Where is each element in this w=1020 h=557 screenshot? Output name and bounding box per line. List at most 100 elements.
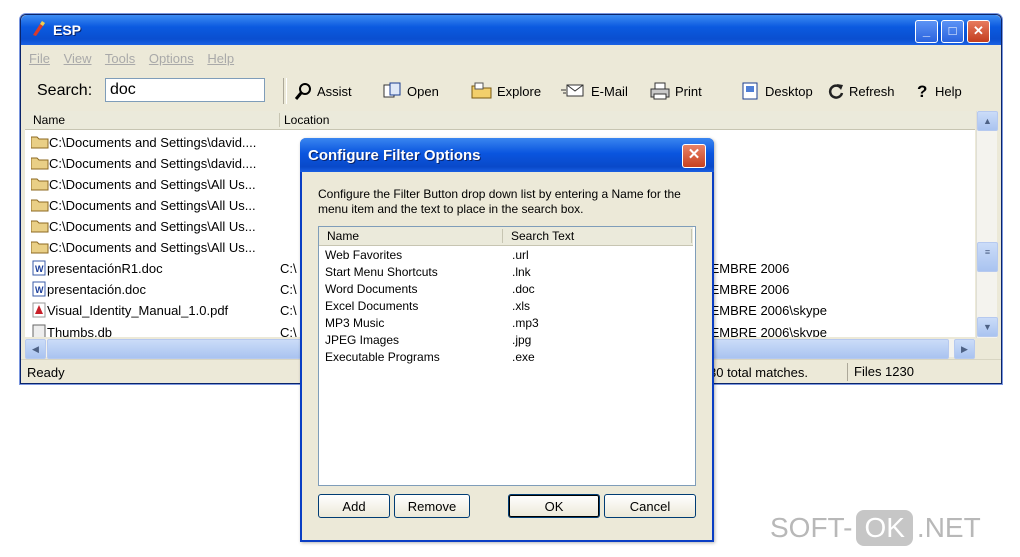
- filter-list[interactable]: Name Search Text Web Favorites .url Start…: [318, 226, 696, 486]
- filter-row-text: .exe: [512, 350, 535, 364]
- printer-icon: [650, 82, 670, 100]
- list-item-name: C:\Documents and Settings\All Us...: [49, 218, 256, 234]
- list-item-location: C:\: [280, 281, 297, 297]
- filter-header-search-text[interactable]: Search Text: [502, 229, 692, 243]
- filter-row[interactable]: Web Favorites .url: [325, 247, 685, 264]
- dialog-close-button[interactable]: ✕: [682, 144, 706, 168]
- ok-button[interactable]: OK: [508, 494, 600, 518]
- scroll-up-icon[interactable]: ▲: [977, 111, 998, 131]
- filter-row-text: .mp3: [512, 316, 539, 330]
- list-item[interactable]: C:\Documents and Settings\All Us...: [31, 174, 256, 194]
- title-bar[interactable]: ESP _ □ ✕: [21, 15, 1001, 45]
- filter-row-name: Executable Programs: [325, 350, 440, 364]
- watermark-ok: OK: [856, 510, 913, 546]
- list-item-name: C:\Documents and Settings\All Us...: [49, 239, 256, 255]
- scroll-thumb[interactable]: ≡: [977, 242, 998, 272]
- search-input[interactable]: doc: [105, 78, 265, 102]
- app-icon: [33, 21, 45, 36]
- cancel-button[interactable]: Cancel: [604, 494, 696, 518]
- db-icon: [32, 324, 46, 337]
- scroll-right-icon[interactable]: ▶: [954, 339, 975, 359]
- menu-bar: File View Tools Options Help: [29, 51, 244, 71]
- filter-row-name: Word Documents: [325, 282, 418, 296]
- desktop-label: Desktop: [765, 83, 813, 99]
- list-item[interactable]: C:\Documents and Settings\david....: [31, 132, 256, 152]
- watermark: SOFT- OK .NET: [770, 510, 981, 546]
- list-item-location-tail: IEMBRE 2006\skype: [707, 302, 827, 318]
- svg-text:?: ?: [917, 82, 927, 100]
- list-item-name: C:\Documents and Settings\david....: [49, 134, 257, 150]
- filter-row-text: .xls: [512, 299, 530, 313]
- explore-label: Explore: [497, 83, 542, 99]
- watermark-right: .NET: [916, 512, 981, 543]
- list-item-location: C:\: [280, 302, 297, 318]
- column-header-location[interactable]: Location: [279, 113, 329, 127]
- menu-help[interactable]: Help: [207, 51, 234, 66]
- open-document-icon: [383, 82, 401, 98]
- filter-row-name: MP3 Music: [325, 316, 385, 330]
- minimize-button[interactable]: _: [915, 20, 938, 43]
- list-item[interactable]: C:\Documents and Settings\All Us...: [31, 237, 256, 257]
- menu-view[interactable]: View: [64, 51, 92, 66]
- add-button[interactable]: Add: [318, 494, 390, 518]
- filter-row[interactable]: JPEG Images .jpg: [325, 332, 685, 349]
- filter-row[interactable]: Excel Documents .xls: [325, 298, 685, 315]
- desktop-icon: [742, 82, 758, 100]
- refresh-icon: [828, 84, 844, 99]
- svg-text:W: W: [35, 285, 44, 295]
- filter-row-name: Start Menu Shortcuts: [325, 265, 438, 279]
- list-item[interactable]: C:\Documents and Settings\All Us...: [31, 195, 256, 215]
- filter-header-name[interactable]: Name: [327, 229, 359, 243]
- menu-tools[interactable]: Tools: [105, 51, 135, 66]
- print-label: Print: [675, 83, 702, 99]
- email-icon: [561, 84, 584, 97]
- list-item[interactable]: C:\Documents and Settings\All Us...: [31, 216, 256, 236]
- filter-list-header: Name Search Text: [319, 227, 693, 246]
- toolbar: Search: doc Assist Open Explore E-Mail P…: [25, 76, 997, 106]
- help-button[interactable]: ? Help: [915, 82, 962, 100]
- list-item-location: C:\: [280, 324, 297, 338]
- magnifier-icon: [295, 83, 311, 100]
- scroll-down-icon[interactable]: ▼: [977, 317, 998, 337]
- assist-button[interactable]: Assist: [295, 82, 352, 100]
- email-button[interactable]: E-Mail: [561, 82, 628, 100]
- list-item-name: Visual_Identity_Manual_1.0.pdf: [47, 302, 229, 318]
- folder-icon: [31, 178, 49, 191]
- filter-row[interactable]: MP3 Music .mp3: [325, 315, 685, 332]
- filter-row[interactable]: Start Menu Shortcuts .lnk: [325, 264, 685, 281]
- refresh-button[interactable]: Refresh: [827, 82, 895, 100]
- dialog-title-bar[interactable]: Configure Filter Options ✕: [300, 138, 714, 172]
- filter-row[interactable]: Executable Programs .exe: [325, 349, 685, 366]
- scroll-left-icon[interactable]: ◀: [25, 339, 46, 359]
- list-item[interactable]: C:\Documents and Settings\david....: [31, 153, 256, 173]
- open-button[interactable]: Open: [383, 82, 439, 100]
- dialog-description: Configure the Filter Button drop down li…: [318, 187, 681, 216]
- svg-text:W: W: [35, 264, 44, 274]
- help-question-icon: ?: [917, 82, 927, 100]
- print-button[interactable]: Print: [649, 82, 702, 100]
- explore-folder-icon: [471, 82, 492, 99]
- list-item-name: Thumbs.db: [47, 324, 113, 338]
- filter-row-text: .lnk: [512, 265, 531, 279]
- filter-row[interactable]: Word Documents .doc: [325, 281, 685, 298]
- status-files: Files 1230: [847, 363, 914, 381]
- desktop-button[interactable]: Desktop: [741, 82, 813, 100]
- filter-row-name: JPEG Images: [325, 333, 400, 347]
- maximize-button[interactable]: □: [941, 20, 964, 43]
- status-ready: Ready: [27, 365, 65, 380]
- column-header-name[interactable]: Name: [33, 113, 65, 127]
- list-item-name: C:\Documents and Settings\All Us...: [49, 176, 256, 192]
- list-item-name: C:\Documents and Settings\All Us...: [49, 197, 256, 213]
- vertical-scrollbar[interactable]: ▲ ≡ ▼: [976, 111, 998, 338]
- assist-label: Assist: [317, 83, 352, 99]
- close-button[interactable]: ✕: [967, 20, 990, 43]
- remove-button[interactable]: Remove: [394, 494, 470, 518]
- filter-row-text: .doc: [512, 282, 535, 296]
- list-item-location-tail: IEMBRE 2006: [707, 281, 790, 297]
- toolbar-separator: [283, 78, 287, 104]
- menu-options[interactable]: Options: [149, 51, 194, 66]
- menu-file[interactable]: File: [29, 51, 50, 66]
- folder-icon: [31, 199, 49, 212]
- explore-button[interactable]: Explore: [471, 82, 541, 100]
- folder-icon: [31, 136, 49, 149]
